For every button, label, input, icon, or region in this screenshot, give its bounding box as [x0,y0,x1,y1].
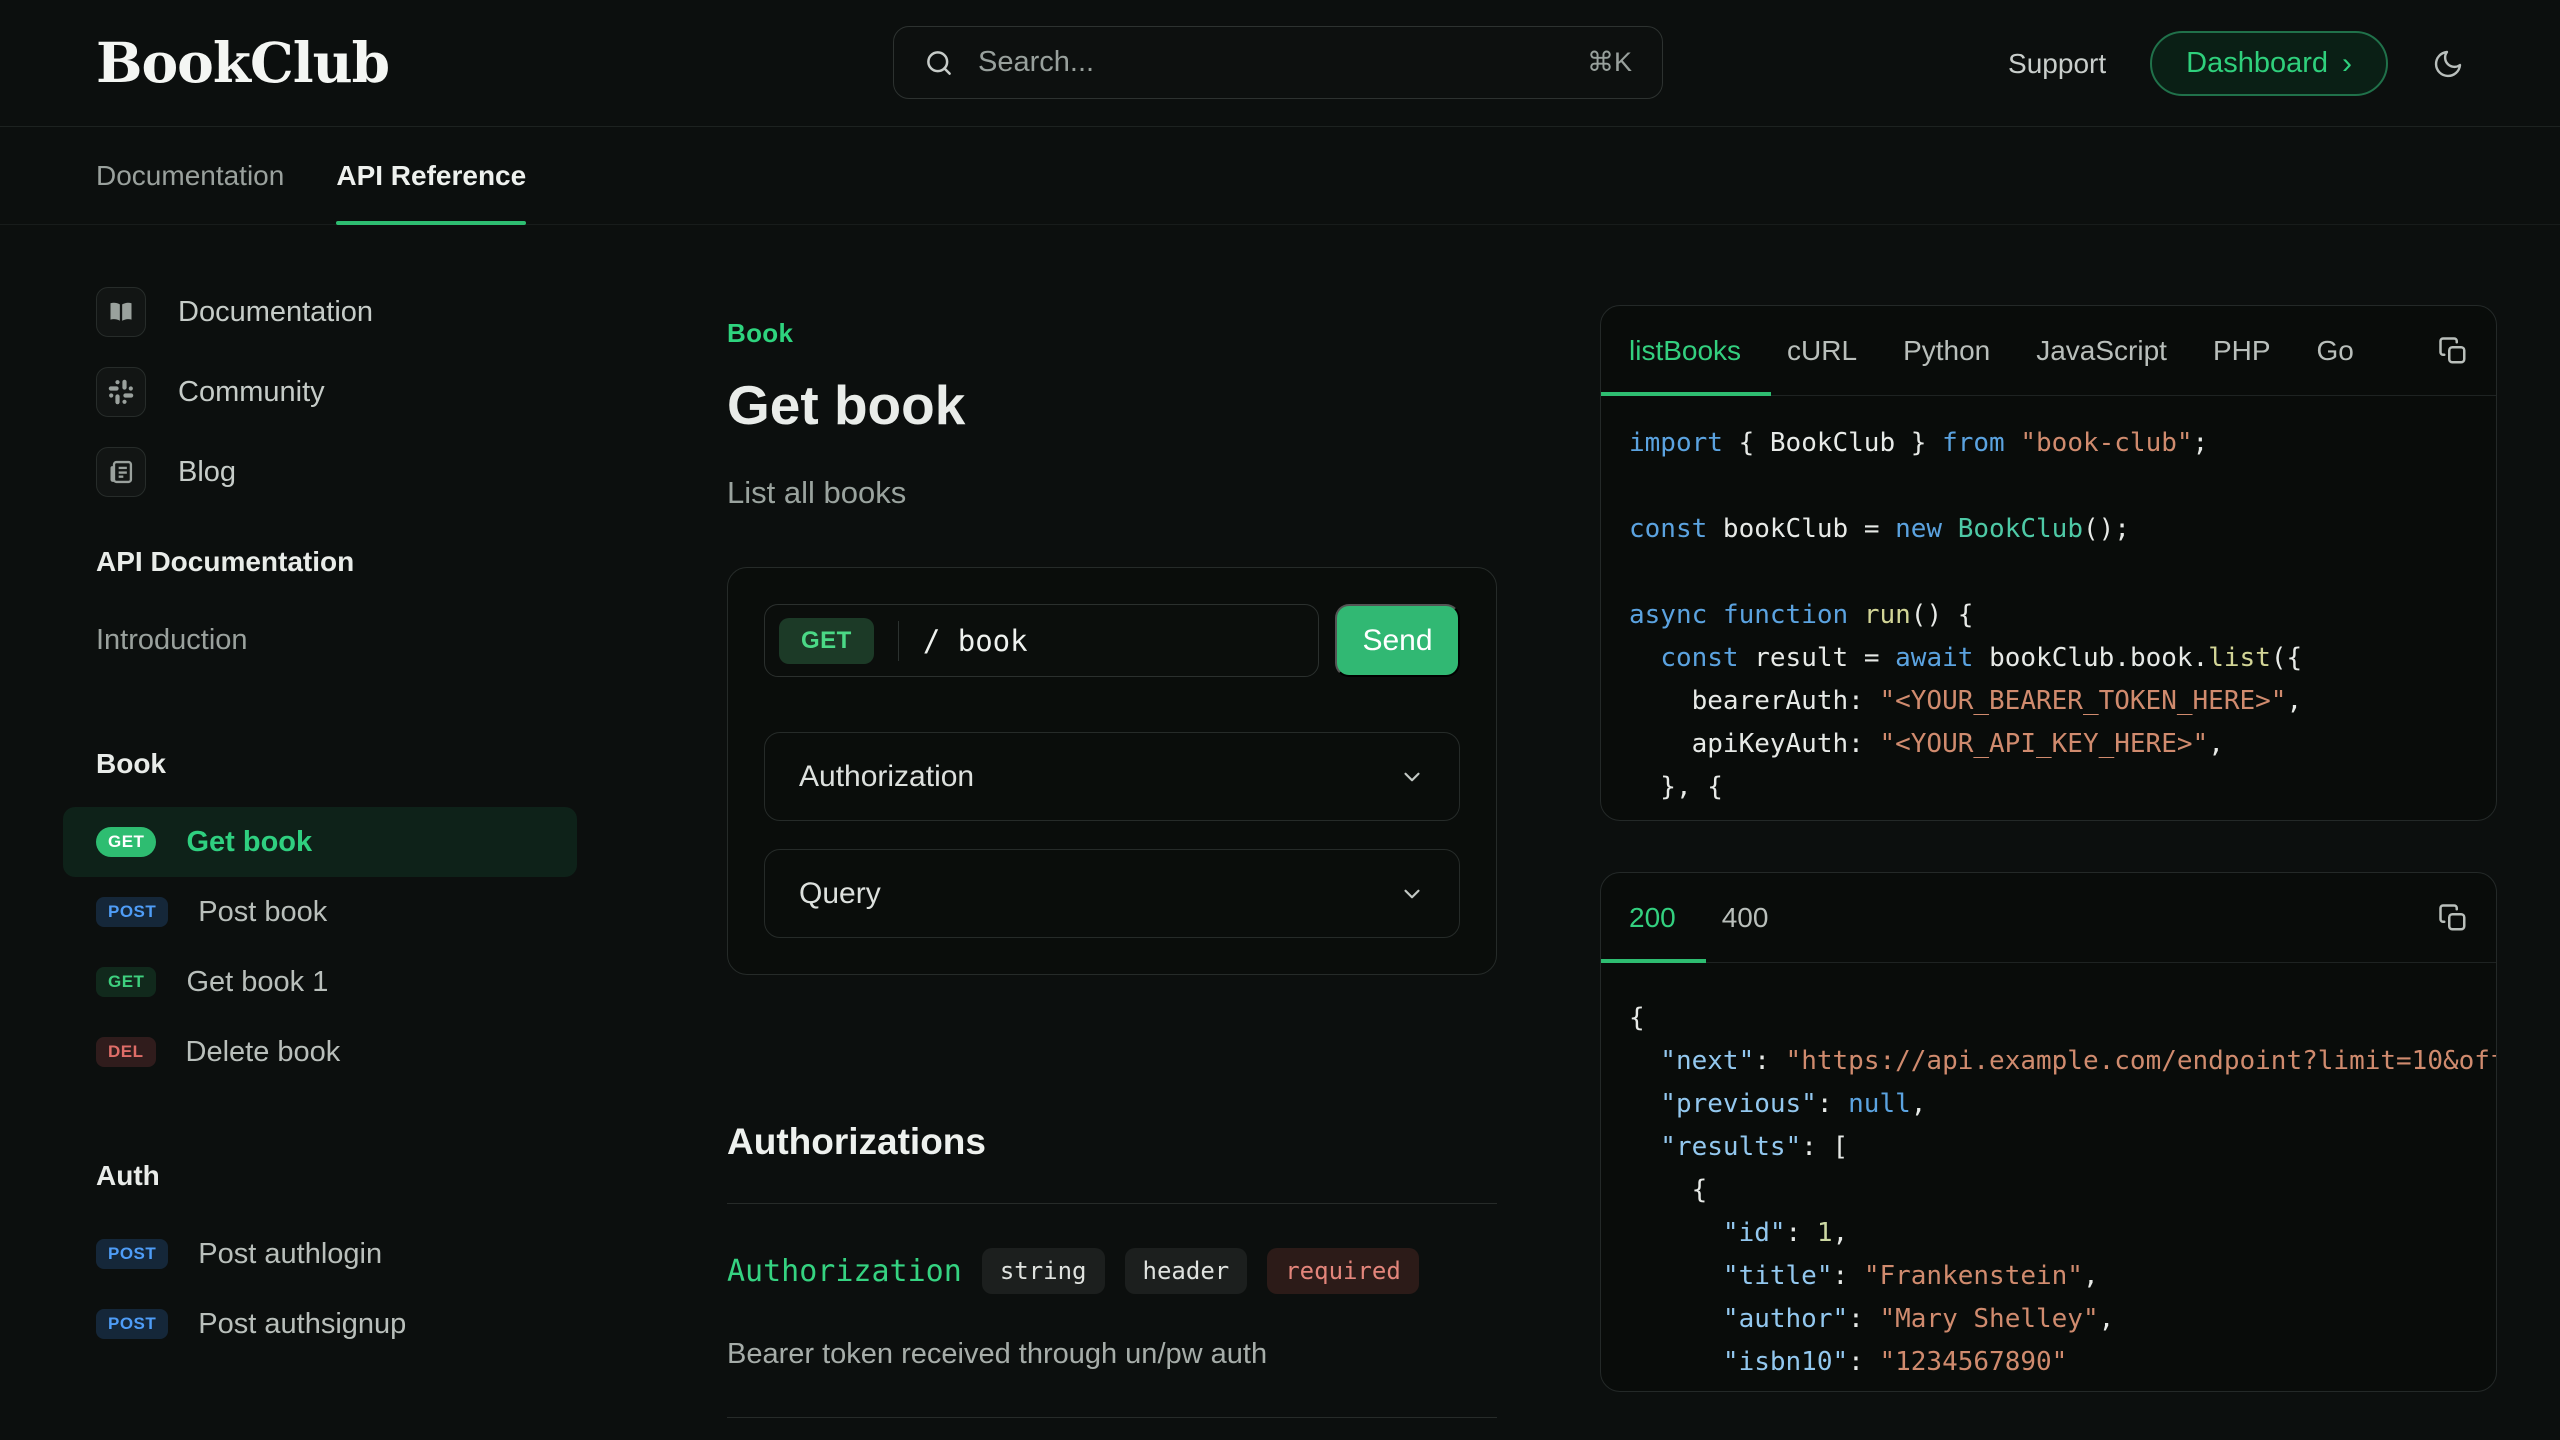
search-icon [924,48,954,78]
sidebar-section-title: API Documentation [63,545,577,579]
method-badge: GET [779,618,874,664]
chevron-right-icon: › [2342,49,2352,79]
logo[interactable]: BookClub [96,30,389,95]
response-tab-400[interactable]: 400 [1722,873,1769,962]
location-badge: header [1125,1248,1248,1294]
sidebar-item-label: Get book 1 [186,966,328,999]
divider [898,621,899,661]
divider [727,1417,1497,1418]
response-tabs: 200 400 [1601,873,2496,963]
primary-tabs: Documentation API Reference [0,127,2560,225]
sidebar-item-get-book[interactable]: GET Get book [63,807,577,877]
sidebar-section-auth: Auth POST Post authlogin POST Post authsignu… [63,1159,577,1359]
response-panel: 200 400 { "next": "https://api.example.co… [1600,872,2497,1392]
type-badge: string [982,1248,1105,1294]
sidebar-item-label: Delete book [186,1036,341,1069]
method-badge-get: GET [96,827,156,857]
authorization-dropdown[interactable]: Authorization [764,732,1460,821]
sidebar-item-introduction[interactable]: Introduction [63,605,577,675]
sidebar-item-post-book[interactable]: POST Post book [63,877,577,947]
code-tab-python[interactable]: Python [1903,306,1990,395]
dashboard-label: Dashboard [2186,47,2328,80]
send-button[interactable]: Send [1335,604,1460,677]
sidebar-item-label: Get book [186,826,312,859]
method-badge-post: POST [96,1239,168,1269]
sidebar-item-get-book-1[interactable]: GET Get book 1 [63,947,577,1017]
code-example-panel: listBooks cURL Python JavaScript PHP Go impor… [1600,305,2497,821]
moon-icon[interactable] [2432,48,2464,80]
response-tab-200[interactable]: 200 [1629,873,1676,962]
api-tester-panel: GET / book Send Authorization Query [727,567,1497,975]
top-bar: BookClub Search... ⌘K Support Dashboard … [0,0,2560,127]
page-subtitle: List all books [727,475,1497,511]
method-badge-post: POST [96,1309,168,1339]
support-link[interactable]: Support [2008,48,2106,80]
required-badge: required [1267,1248,1419,1294]
category-label: Book [727,318,1497,349]
chevron-down-icon [1399,764,1425,790]
main-content: Book Get book List all books GET / book … [727,318,1497,1418]
dropdown-label: Authorization [799,760,974,794]
response-code-block: { "next": "https://api.example.com/endpo… [1601,963,2496,1392]
search-placeholder: Search... [978,46,1094,79]
sidebar-item-label: Post authsignup [198,1308,406,1341]
slack-icon [96,367,146,417]
sidebar-link-label: Documentation [178,296,373,329]
code-tab-javascript[interactable]: JavaScript [2036,306,2167,395]
copy-icon[interactable] [2438,336,2468,366]
search-input[interactable]: Search... ⌘K [893,26,1663,99]
sidebar-item-post-authsignup[interactable]: POST Post authsignup [63,1289,577,1359]
copy-icon[interactable] [2438,903,2468,933]
book-open-icon [96,287,146,337]
sidebar-link-community[interactable]: Community [63,367,577,417]
sidebar-link-label: Community [178,376,325,409]
method-badge-get: GET [96,967,156,997]
sidebar-item-label: Post book [198,896,327,929]
sidebar-item-label: Introduction [96,624,248,657]
request-path: / book [923,624,1028,658]
primary-tab-api-reference[interactable]: API Reference [336,127,526,224]
request-row: GET / book Send [764,604,1460,677]
request-path-input[interactable]: GET / book [764,604,1319,677]
code-tab-listbooks[interactable]: listBooks [1629,306,1741,395]
sidebar-link-documentation[interactable]: Documentation [63,287,577,337]
search-shortcut: ⌘K [1587,47,1632,78]
page-title: Get book [727,373,1497,437]
code-block: import { BookClub } from "book-club"; co… [1601,396,2496,821]
sidebar-section-title: Book [63,747,577,781]
method-badge-del: DEL [96,1037,156,1067]
primary-tab-documentation[interactable]: Documentation [96,127,284,224]
dropdown-label: Query [799,877,881,911]
dashboard-button[interactable]: Dashboard › [2150,31,2388,96]
code-tab-curl[interactable]: cURL [1787,306,1857,395]
chevron-down-icon [1399,881,1425,907]
sidebar-item-post-authlogin[interactable]: POST Post authlogin [63,1219,577,1289]
sidebar-item-label: Post authlogin [198,1238,382,1271]
authorizations-heading: Authorizations [727,1121,1497,1163]
method-badge-post: POST [96,897,168,927]
sidebar-item-delete-book[interactable]: DEL Delete book [63,1017,577,1087]
code-tab-go[interactable]: Go [2317,306,2354,395]
code-tabs: listBooks cURL Python JavaScript PHP Go [1601,306,2496,396]
sidebar-section-title: Auth [63,1159,577,1193]
query-dropdown[interactable]: Query [764,849,1460,938]
sidebar: Documentation Community Blog API Documentat… [63,287,577,1359]
sidebar-link-label: Blog [178,456,236,489]
sidebar-section-book: Book GET Get book POST Post book GET Get book … [63,747,577,1087]
param-name: Authorization [727,1254,962,1289]
param-description: Bearer token received through un/pw auth [727,1338,1497,1371]
newspaper-icon [96,447,146,497]
authorization-param-row: Authorization string header required [727,1248,1497,1294]
sidebar-link-blog[interactable]: Blog [63,447,577,497]
code-tab-php[interactable]: PHP [2213,306,2271,395]
divider [727,1203,1497,1204]
top-right-actions: Support Dashboard › [2008,0,2464,127]
sidebar-section-api-documentation: API Documentation Introduction [63,545,577,675]
